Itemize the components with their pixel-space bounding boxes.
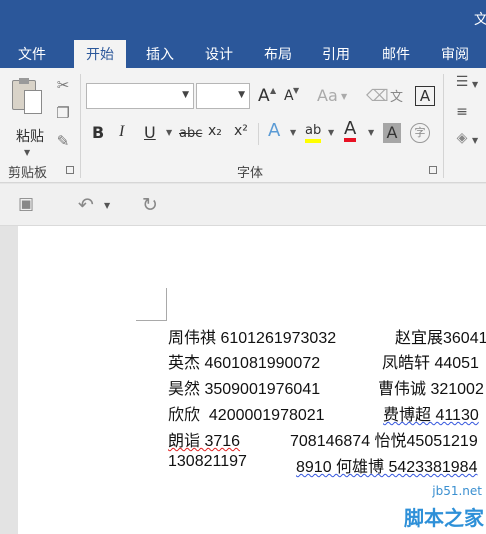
tab-file[interactable]: 文件 xyxy=(18,44,46,64)
line-text: 曹伟诚 321002 xyxy=(378,381,484,398)
underline-button[interactable]: U xyxy=(144,123,156,142)
quick-access-toolbar: ▣ ↶ ▼ ↻ xyxy=(0,184,486,226)
document-line[interactable]: 130821197 8910 何雄博 5423381984 xyxy=(168,453,477,476)
chevron-down-icon[interactable]: ▼ xyxy=(238,90,245,100)
tab-mailings[interactable]: 邮件 xyxy=(382,44,410,64)
align-left-icon[interactable]: ≡ xyxy=(452,104,472,120)
bold-button[interactable]: B xyxy=(92,123,104,142)
chevron-down-icon[interactable]: ▼ xyxy=(104,201,110,210)
tab-review[interactable]: 审阅 xyxy=(441,44,469,64)
watermark-site: jb51.net xyxy=(432,484,482,498)
group-separator xyxy=(80,74,81,178)
line-text: 费博超 41130 xyxy=(383,407,479,424)
font-group-label: 字体 xyxy=(237,166,264,181)
tab-home[interactable]: 开始 xyxy=(74,40,126,68)
paste-label: 粘贴 xyxy=(16,129,44,145)
group-separator xyxy=(443,74,444,178)
grow-arrow-icon: ▲ xyxy=(270,86,277,95)
chevron-down-icon[interactable]: ▼ xyxy=(328,128,334,137)
margin-marker xyxy=(166,288,167,320)
paste-button[interactable]: 粘贴 ▼ xyxy=(6,76,46,157)
paste-dropdown-icon[interactable]: ▼ xyxy=(24,148,30,157)
line-text: 朗诣 3716 xyxy=(168,433,241,450)
line-text: 赵宜展36041 xyxy=(395,330,486,347)
chevron-down-icon[interactable]: ▼ xyxy=(472,136,478,145)
chevron-down-icon[interactable]: ▼ xyxy=(368,128,374,137)
document-line[interactable]: 欣欣 4200001978021 费博超 41130 xyxy=(168,401,479,425)
window-title: 文 xyxy=(474,12,486,28)
font-name-combo[interactable]: ▼ xyxy=(86,83,194,109)
clear-format-icon[interactable]: ⌫ xyxy=(366,86,389,105)
strikethrough-button[interactable]: abc xyxy=(179,126,202,141)
document-line[interactable]: 朗诣 3716 708146874 怡悦45051219 xyxy=(168,427,478,451)
chevron-down-icon[interactable]: ▼ xyxy=(472,80,478,89)
subscript-button[interactable]: x₂ xyxy=(208,123,222,139)
tab-references[interactable]: 引用 xyxy=(322,44,350,64)
font-launcher-icon[interactable] xyxy=(429,166,437,174)
watermark: jb51.net 脚本之家 xyxy=(336,464,486,534)
character-shading-button[interactable]: A xyxy=(383,123,401,143)
document-line[interactable]: 周伟祺 6101261973032 赵宜展36041 xyxy=(168,324,486,348)
tab-design[interactable]: 设计 xyxy=(205,44,233,64)
format-painter-icon[interactable]: ✎ xyxy=(53,132,73,150)
clipboard-launcher-icon[interactable] xyxy=(66,166,74,174)
chevron-down-icon[interactable]: ▼ xyxy=(182,90,189,100)
line-text: 昊然 3509001976041 xyxy=(168,381,321,398)
line-text: 欣欣 4200001978021 xyxy=(168,407,325,424)
document-line[interactable]: 英杰 4601081990072 凤皓轩 44051 xyxy=(168,349,479,373)
paragraph-shading-icon[interactable]: ◈ xyxy=(452,130,472,146)
ribbon-tab-bar: 文件 开始 插入 设计 布局 引用 邮件 审阅 xyxy=(0,38,486,68)
paste-sheet-icon xyxy=(24,90,42,114)
bullets-icon[interactable]: ☰ xyxy=(452,74,472,90)
font-color-button[interactable]: A xyxy=(344,120,357,142)
highlight-button[interactable]: ab xyxy=(305,123,322,143)
margin-marker xyxy=(136,320,167,321)
change-case-button[interactable]: Aa xyxy=(317,86,338,105)
ribbon-home: 粘贴 ▼ ✂ ❐ ✎ 剪贴板 ▼ ▼ A ▲ A ▼ Aa ▼ ⌫ 文 A B … xyxy=(0,68,486,183)
chevron-down-icon[interactable]: ▼ xyxy=(290,128,296,137)
font-size-combo[interactable]: ▼ xyxy=(196,83,250,109)
document-area: 周伟祺 6101261973032 赵宜展36041 英杰 46010819900… xyxy=(0,226,486,534)
chevron-down-icon[interactable]: ▼ xyxy=(341,92,347,101)
line-text: 708146874 怡悦45051219 xyxy=(290,433,478,450)
group-separator xyxy=(258,123,259,145)
superscript-button[interactable]: x² xyxy=(234,123,248,139)
title-bar: 文 xyxy=(0,0,486,38)
italic-button[interactable]: I xyxy=(119,123,124,141)
grow-font-button[interactable]: A xyxy=(258,86,270,106)
line-text: 130821197 xyxy=(168,453,247,470)
phonetic-guide-button[interactable]: 文 xyxy=(390,86,403,105)
tab-insert[interactable]: 插入 xyxy=(146,44,174,64)
character-border-button[interactable]: A xyxy=(415,86,435,106)
line-text: 凤皓轩 44051 xyxy=(382,355,479,372)
enclose-character-button[interactable]: 字 xyxy=(410,123,430,143)
line-text: 周伟祺 6101261973032 xyxy=(168,330,337,347)
chevron-down-icon[interactable]: ▼ xyxy=(166,128,172,137)
copy-icon[interactable]: ❐ xyxy=(53,104,73,122)
watermark-name: 脚本之家 xyxy=(404,506,484,530)
line-text: 英杰 4601081990072 xyxy=(168,355,321,372)
clipboard-group-label: 剪贴板 xyxy=(8,166,48,181)
tab-layout[interactable]: 布局 xyxy=(264,44,292,64)
undo-icon[interactable]: ↶ xyxy=(78,194,94,216)
cut-icon[interactable]: ✂ xyxy=(53,76,73,94)
text-effects-button[interactable]: A xyxy=(268,120,280,141)
document-line[interactable]: 昊然 3509001976041 曹伟诚 321002 xyxy=(168,375,484,399)
save-icon[interactable]: ▣ xyxy=(18,194,34,214)
redo-icon[interactable]: ↻ xyxy=(142,194,158,216)
shrink-arrow-icon: ▼ xyxy=(293,86,300,95)
